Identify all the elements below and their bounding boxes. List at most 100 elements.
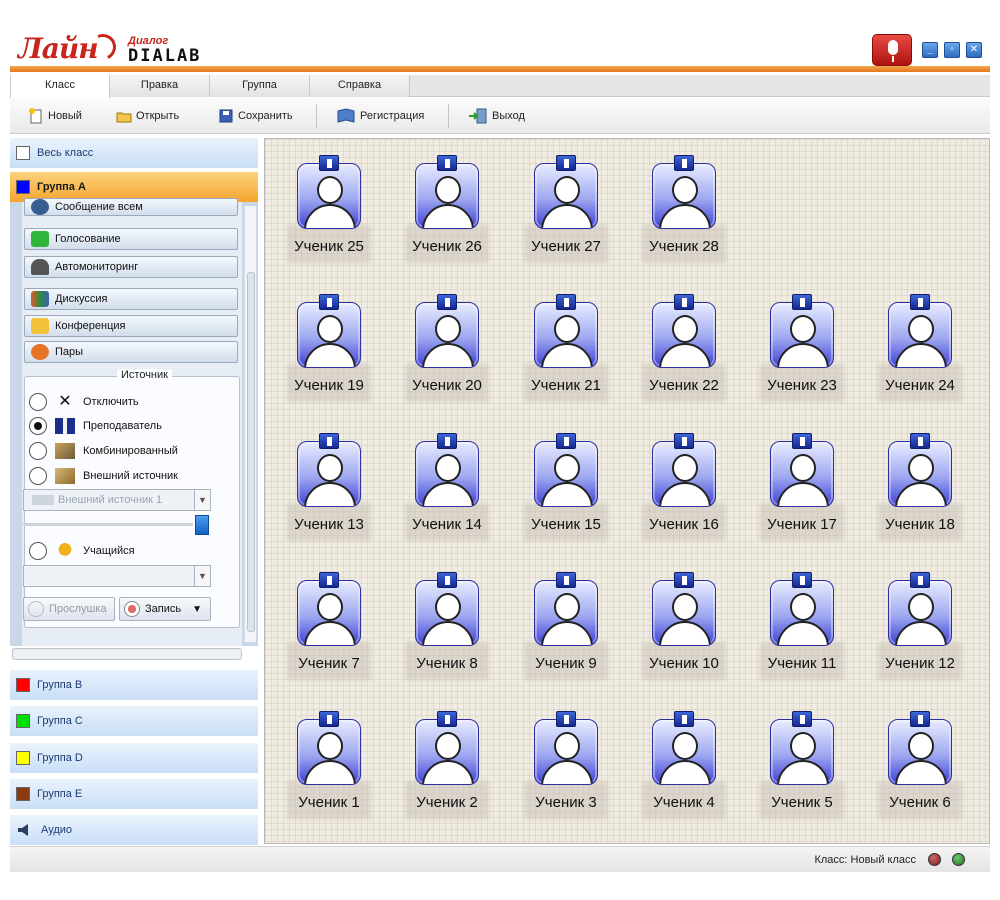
student-tile[interactable]: Ученик 23: [756, 294, 848, 414]
group-c-item[interactable]: Группа C: [10, 706, 258, 736]
group-b-item[interactable]: Группа B: [10, 670, 258, 700]
source-external-label: Внешний источник: [83, 470, 178, 482]
panel-vertical-scrollbar[interactable]: [244, 206, 256, 642]
student-tile[interactable]: Ученик 2: [401, 711, 493, 831]
record-button[interactable]: Запись ▼: [119, 597, 211, 621]
tab-edit[interactable]: Правка: [110, 75, 210, 97]
pairs-button[interactable]: Пары: [24, 341, 238, 363]
badge-clip-icon: [674, 294, 694, 310]
new-document-icon: [29, 108, 42, 124]
source-off-radio[interactable]: [29, 393, 47, 411]
student-tile[interactable]: Ученик 25: [283, 155, 375, 275]
student-tile[interactable]: Ученик 17: [756, 433, 848, 553]
source-combined-option[interactable]: Комбинированный: [29, 442, 178, 460]
avatar-body: [895, 760, 947, 784]
student-name: Ученик 12: [885, 655, 955, 672]
student-tile[interactable]: Ученик 24: [874, 294, 966, 414]
source-teacher-radio[interactable]: [29, 417, 47, 435]
avatar-body: [541, 204, 593, 228]
student-tile[interactable]: Ученик 5: [756, 711, 848, 831]
student-tile[interactable]: Ученик 11: [756, 572, 848, 692]
source-external-radio[interactable]: [29, 467, 47, 485]
student-grid: Ученик 25 Ученик 26 Ученик 27 Ученик 28 Учен…: [264, 138, 990, 844]
panel-vertical-scroll-thumb[interactable]: [247, 272, 255, 632]
student-name: Ученик 9: [535, 655, 597, 672]
student-tile[interactable]: Ученик 16: [638, 433, 730, 553]
save-button[interactable]: Сохранить: [218, 106, 293, 126]
open-button[interactable]: Открыть: [116, 106, 179, 126]
message-all-button[interactable]: Сообщение всем: [24, 198, 238, 216]
whole-class-label: Весь класс: [37, 147, 94, 159]
listen-button[interactable]: Прослушка: [23, 597, 115, 621]
student-tile[interactable]: Ученик 7: [283, 572, 375, 692]
student-tile[interactable]: Ученик 20: [401, 294, 493, 414]
volume-slider-track[interactable]: [23, 523, 193, 526]
student-tile[interactable]: Ученик 12: [874, 572, 966, 692]
voting-button[interactable]: Голосование: [24, 228, 238, 250]
automonitoring-button[interactable]: Автомониторинг: [24, 256, 238, 278]
student-tile[interactable]: Ученик 1: [283, 711, 375, 831]
avatar-head: [672, 176, 698, 204]
student-select[interactable]: ▼: [23, 565, 211, 587]
source-teacher-option[interactable]: Преподаватель: [29, 417, 162, 435]
minimize-button[interactable]: _: [922, 42, 938, 58]
volume-slider-thumb[interactable]: [195, 515, 209, 535]
group-e-item[interactable]: Группа E: [10, 779, 258, 809]
source-student-option[interactable]: Учащийся: [29, 542, 135, 560]
student-tile[interactable]: Ученик 8: [401, 572, 493, 692]
avatar-body: [304, 760, 356, 784]
source-external-option[interactable]: Внешний источник: [29, 467, 178, 485]
new-button[interactable]: Новый: [28, 106, 82, 126]
student-tile[interactable]: Ученик 4: [638, 711, 730, 831]
teacher-icon: [55, 418, 75, 434]
student-tile[interactable]: Ученик 15: [520, 433, 612, 553]
student-tile[interactable]: Ученик 6: [874, 711, 966, 831]
student-avatar-icon: [652, 719, 716, 785]
student-tile[interactable]: Ученик 26: [401, 155, 493, 275]
student-tile[interactable]: Ученик 21: [520, 294, 612, 414]
student-tile[interactable]: Ученик 9: [520, 572, 612, 692]
avatar-body: [777, 621, 829, 645]
exit-button[interactable]: Выход: [468, 106, 525, 126]
tab-help[interactable]: Справка: [310, 75, 410, 97]
source-student-label: Учащийся: [83, 545, 135, 557]
student-avatar-icon: [297, 580, 361, 646]
tab-group[interactable]: Группа: [210, 75, 310, 97]
maximize-button[interactable]: ▫: [944, 42, 960, 58]
microphone-button[interactable]: [872, 34, 912, 66]
whole-class-item[interactable]: Весь класс: [10, 138, 258, 168]
source-combined-radio[interactable]: [29, 442, 47, 460]
tab-class[interactable]: Класс: [10, 75, 110, 98]
student-tile[interactable]: Ученик 13: [283, 433, 375, 553]
student-tile[interactable]: Ученик 14: [401, 433, 493, 553]
student-tile[interactable]: Ученик 3: [520, 711, 612, 831]
student-tile[interactable]: Ученик 22: [638, 294, 730, 414]
group-d-item[interactable]: Группа D: [10, 743, 258, 773]
student-tile[interactable]: Ученик 10: [638, 572, 730, 692]
badge-clip-icon: [674, 572, 694, 588]
student-name: Ученик 17: [767, 516, 837, 533]
student-tile[interactable]: Ученик 19: [283, 294, 375, 414]
close-button[interactable]: ✕: [966, 42, 982, 58]
source-student-radio[interactable]: [29, 542, 47, 560]
audio-item[interactable]: Аудио: [10, 815, 258, 845]
avatar-head: [554, 176, 580, 204]
registration-button[interactable]: Регистрация: [336, 106, 424, 126]
avatar-body: [304, 204, 356, 228]
badge-clip-icon: [910, 433, 930, 449]
student-tile[interactable]: Ученик 27: [520, 155, 612, 275]
avatar-head: [554, 593, 580, 621]
discussion-button[interactable]: Дискуссия: [24, 288, 238, 310]
student-name: Ученик 19: [294, 377, 364, 394]
external-source-select[interactable]: Внешний источник 1 ▼: [23, 489, 211, 511]
badge-clip-icon: [792, 572, 812, 588]
student-tile[interactable]: Ученик 18: [874, 433, 966, 553]
chevron-down-icon[interactable]: ▼: [192, 604, 202, 615]
badge-clip-icon: [910, 711, 930, 727]
student-avatar-icon: [415, 580, 479, 646]
panel-horizontal-scrollbar[interactable]: [12, 648, 242, 660]
avatar-head: [672, 315, 698, 343]
student-tile[interactable]: Ученик 28: [638, 155, 730, 275]
conference-button[interactable]: Конференция: [24, 315, 238, 337]
source-off-option[interactable]: ✕ Отключить: [29, 393, 139, 411]
